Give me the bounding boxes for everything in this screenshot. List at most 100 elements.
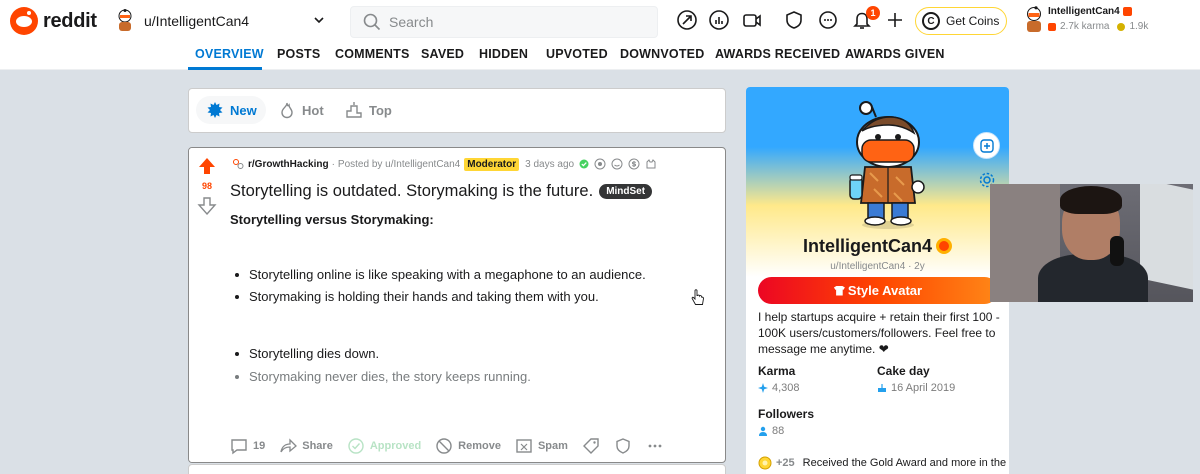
gold-award-icon bbox=[758, 456, 772, 470]
moderator-badge: Moderator bbox=[464, 157, 520, 171]
remove-button[interactable]: Remove bbox=[435, 437, 501, 455]
flame-icon bbox=[281, 102, 293, 119]
approved-button[interactable]: Approved bbox=[347, 437, 421, 455]
sort-top-label: Top bbox=[369, 102, 392, 118]
search-input[interactable] bbox=[389, 14, 639, 30]
webcam-person-body bbox=[1038, 254, 1148, 302]
post-bullet: Storytelling online is like speaking wit… bbox=[235, 267, 646, 282]
get-coins-button[interactable]: C Get Coins bbox=[915, 7, 1007, 35]
notification-badge: 1 bbox=[866, 6, 880, 20]
profile-handle: u/IntelligentCan4 · 2y bbox=[830, 261, 925, 272]
downvote-arrow-icon[interactable] bbox=[197, 196, 217, 216]
plus-create-icon[interactable] bbox=[884, 9, 906, 31]
tab-awards-received[interactable]: AWARDS RECEIVED bbox=[715, 47, 840, 61]
style-avatar-button[interactable]: Style Avatar bbox=[758, 277, 998, 304]
share-label: Share bbox=[302, 440, 333, 452]
shield-icon bbox=[616, 438, 630, 454]
account-stats: 2.7k karma 1.9k bbox=[1048, 21, 1148, 32]
search-bar[interactable] bbox=[350, 6, 658, 38]
post-time: 3 days ago bbox=[525, 158, 575, 170]
video-icon[interactable] bbox=[741, 9, 763, 31]
award-icon bbox=[594, 158, 606, 170]
spam-button[interactable]: Spam bbox=[515, 437, 568, 455]
dropdown-username: u/IntelligentCan4 bbox=[144, 13, 250, 29]
active-tab-indicator bbox=[188, 67, 262, 70]
more-options-button[interactable] bbox=[646, 437, 664, 455]
cake-day-value: 16 April 2019 bbox=[877, 382, 955, 394]
post-author[interactable]: Posted by u/IntelligentCan4 bbox=[338, 159, 460, 170]
top-podium-icon bbox=[346, 102, 362, 118]
chevron-down-icon bbox=[314, 17, 324, 24]
comment-icon bbox=[231, 439, 247, 455]
tab-downvoted[interactable]: DOWNVOTED bbox=[620, 47, 704, 61]
account-menu[interactable]: IntelligentCan4 2.7k karma 1.9k bbox=[1020, 4, 1200, 38]
remove-label: Remove bbox=[458, 440, 501, 452]
sort-hot[interactable]: Hot bbox=[278, 100, 324, 120]
tab-saved[interactable]: SAVED bbox=[421, 47, 464, 61]
post-actions: 19 Share Approved Remove Spam bbox=[230, 436, 678, 456]
account-coins: 1.9k bbox=[1129, 21, 1149, 32]
user-avatar-icon bbox=[118, 9, 132, 31]
spam-label: Spam bbox=[537, 440, 568, 452]
sort-new[interactable]: New bbox=[206, 100, 257, 120]
comments-button[interactable]: 19 bbox=[230, 437, 265, 455]
next-post-card[interactable] bbox=[188, 464, 726, 474]
tab-awards-given[interactable]: AWARDS GIVEN bbox=[845, 47, 945, 61]
profile-display-name: IntelligentCan4 bbox=[746, 236, 1009, 257]
post-bullet: Storymaking is holding their hands and t… bbox=[235, 289, 599, 304]
account-badge-icon bbox=[1122, 6, 1132, 16]
award-count: +25 bbox=[776, 457, 795, 469]
check-circle-icon bbox=[348, 438, 364, 454]
post-flair[interactable]: MindSet bbox=[599, 184, 653, 199]
tab-posts[interactable]: POSTS bbox=[277, 47, 320, 61]
brand-wordmark: reddit bbox=[43, 9, 97, 32]
community-dropdown[interactable]: u/IntelligentCan4 bbox=[114, 6, 332, 36]
add-square-icon bbox=[979, 138, 994, 153]
dollar-award-icon bbox=[628, 158, 640, 170]
pet-award-icon bbox=[646, 159, 656, 169]
followers-value: 88 bbox=[758, 425, 784, 437]
face-award-icon bbox=[611, 158, 623, 170]
snoo-avatar-image bbox=[849, 101, 925, 229]
sort-top[interactable]: Top bbox=[345, 100, 392, 120]
vote-column: 98 bbox=[189, 148, 225, 462]
karma-value: 4,308 bbox=[758, 382, 800, 394]
sort-bar bbox=[188, 88, 726, 133]
tab-hidden[interactable]: HIDDEN bbox=[479, 47, 528, 61]
stats-chart-icon[interactable] bbox=[708, 9, 730, 31]
webcam-background-poster bbox=[1140, 184, 1193, 290]
add-to-profile-button[interactable] bbox=[973, 132, 1000, 159]
karma-label: Karma bbox=[758, 364, 796, 378]
post-card[interactable]: 98 r/GrowthHacking · Posted by u/Intelli… bbox=[188, 147, 726, 463]
burst-new-icon bbox=[207, 102, 223, 118]
tab-comments[interactable]: COMMENTS bbox=[335, 47, 410, 61]
reddit-logo[interactable]: reddit bbox=[10, 7, 97, 35]
popular-arrow-icon[interactable] bbox=[676, 9, 698, 31]
flair-tag-button[interactable] bbox=[582, 437, 600, 455]
post-title[interactable]: Storytelling is outdated. Storymaking is… bbox=[230, 182, 653, 201]
post-title-text: Storytelling is outdated. Storymaking is… bbox=[230, 182, 594, 200]
sort-new-label: New bbox=[230, 102, 257, 118]
account-karma: 2.7k karma bbox=[1060, 21, 1110, 32]
shield-mod-icon[interactable] bbox=[783, 9, 805, 31]
more-dots-icon bbox=[648, 444, 662, 448]
account-name: IntelligentCan4 bbox=[1048, 6, 1132, 17]
mod-shield-button[interactable] bbox=[614, 437, 632, 455]
post-subreddit-link[interactable]: r/GrowthHacking bbox=[248, 159, 329, 170]
vote-count: 98 bbox=[201, 181, 212, 191]
tab-upvoted[interactable]: UPVOTED bbox=[546, 47, 608, 61]
tab-overview[interactable]: OVERVIEW bbox=[195, 47, 264, 61]
coins-icon bbox=[1117, 22, 1126, 31]
share-button[interactable]: Share bbox=[279, 437, 333, 455]
reddit-snoo-icon bbox=[10, 7, 38, 35]
followers-label: Followers bbox=[758, 407, 815, 421]
award-text: Received the Gold Award and more in the bbox=[802, 457, 1007, 469]
awards-row[interactable]: +25 Received the Gold Award and more in … bbox=[758, 456, 1006, 470]
profile-tabs: OVERVIEW POSTS COMMENTS SAVED HIDDEN UPV… bbox=[0, 42, 1200, 70]
webcam-person-hair bbox=[1060, 186, 1122, 214]
karma-sparkle-icon bbox=[758, 383, 768, 393]
cake-day-label: Cake day bbox=[877, 364, 930, 378]
upvote-arrow-icon[interactable] bbox=[197, 156, 217, 176]
subreddit-icon bbox=[233, 159, 244, 169]
chat-bubble-icon[interactable] bbox=[817, 9, 839, 31]
